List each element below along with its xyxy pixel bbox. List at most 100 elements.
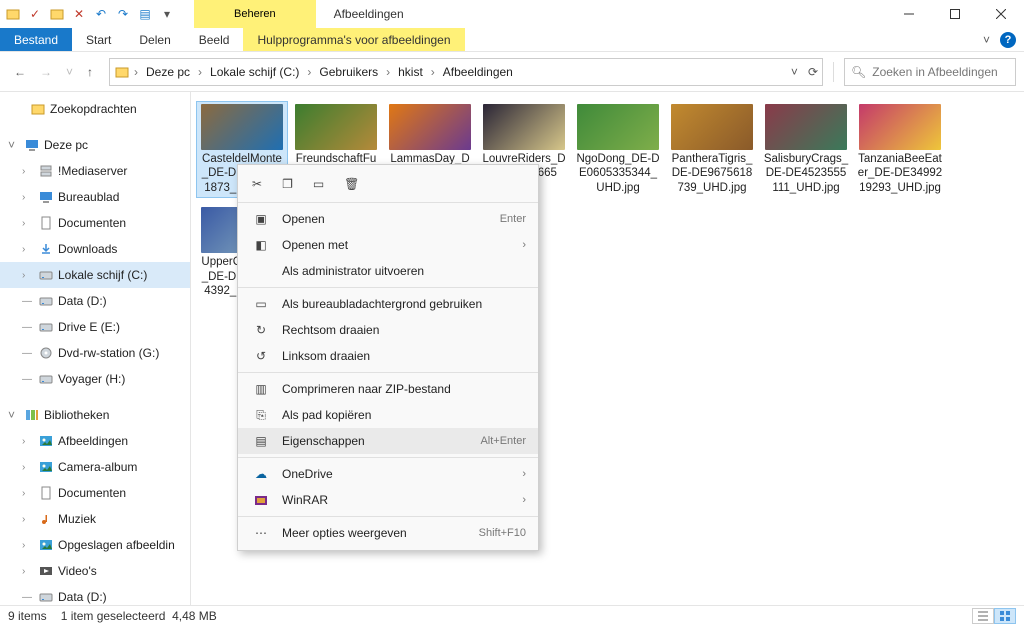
view-details-icon[interactable] — [972, 608, 994, 624]
expand-collapse-icon[interactable]: ˅ — [8, 138, 20, 152]
tab-picture-tools[interactable]: Hulpprogramma's voor afbeeldingen — [243, 28, 464, 51]
qa-properties-icon[interactable]: ▤ — [136, 5, 154, 23]
contextual-tab-manage[interactable]: Beheren — [194, 0, 316, 28]
expand-collapse-icon[interactable]: › — [22, 270, 34, 281]
ctx-winrar[interactable]: WinRAR › — [238, 487, 538, 513]
ctx-onedrive[interactable]: ☁ OneDrive › — [238, 461, 538, 487]
tree-item[interactable]: › Bureaublad — [0, 184, 190, 210]
tree-item[interactable]: — Data (D:) — [0, 584, 190, 605]
crumb-sep[interactable]: › — [134, 65, 138, 79]
tree-item[interactable]: › Opgeslagen afbeeldin — [0, 532, 190, 558]
tree-item[interactable]: › Afbeeldingen — [0, 428, 190, 454]
file-item[interactable]: TanzaniaBeeEater_DE-DE3499219293_UHD.jpg — [855, 102, 945, 197]
tree-item[interactable]: › Muziek — [0, 506, 190, 532]
tree-item[interactable]: — Voyager (H:) — [0, 366, 190, 392]
file-item[interactable]: NgoDong_DE-DE0605335344_UHD.jpg — [573, 102, 663, 197]
expand-collapse-icon[interactable]: — — [22, 592, 34, 603]
help-icon[interactable]: ? — [1000, 32, 1016, 48]
expand-collapse-icon[interactable]: › — [22, 218, 34, 229]
view-thumbnails-icon[interactable] — [994, 608, 1016, 624]
ctx-run-admin[interactable]: Als administrator uitvoeren — [238, 258, 538, 284]
tree-label: Drive E (E:) — [58, 320, 120, 334]
minimize-button[interactable] — [886, 0, 932, 28]
back-button[interactable]: ← — [14, 65, 26, 79]
tree-item[interactable]: — Dvd-rw-station (G:) — [0, 340, 190, 366]
qa-check-icon[interactable]: ✓ — [26, 5, 44, 23]
expand-collapse-icon[interactable]: — — [22, 348, 34, 359]
forward-button[interactable]: → — [40, 65, 52, 79]
view-toggle — [972, 608, 1016, 624]
tree-item[interactable]: — Drive E (E:) — [0, 314, 190, 340]
tree-thispc[interactable]: ˅ Deze pc — [0, 132, 190, 158]
expand-collapse-icon[interactable]: › — [22, 462, 34, 473]
rename-icon[interactable]: ▭ — [313, 177, 324, 191]
expand-collapse-icon[interactable]: ˅ — [8, 408, 20, 422]
ctx-rotate-right[interactable]: ↻ Rechtsom draaien — [238, 317, 538, 343]
expand-collapse-icon[interactable]: — — [22, 322, 34, 333]
expand-collapse-icon[interactable]: › — [22, 244, 34, 255]
crumb-sep[interactable]: › — [307, 65, 311, 79]
crumb-1[interactable]: Lokale schijf (C:) — [206, 63, 303, 81]
tree-item[interactable]: › Camera-album — [0, 454, 190, 480]
recent-dropdown[interactable]: ˅ — [66, 65, 73, 79]
file-pane[interactable]: CasteldelMonte_DE-DE4014391873_UHD.jpg F… — [190, 92, 1024, 605]
expand-collapse-icon[interactable]: › — [22, 540, 34, 551]
crumb-sep[interactable]: › — [431, 65, 435, 79]
copy-icon[interactable]: ❐ — [282, 177, 293, 191]
cut-icon[interactable]: ✂ — [252, 177, 262, 191]
ctx-rotate-left[interactable]: ↺ Linksom draaien — [238, 343, 538, 369]
tab-start[interactable]: Start — [72, 28, 125, 51]
ribbon-tabs: Bestand Start Delen Beeld Hulpprogramma'… — [0, 28, 1024, 52]
tab-view[interactable]: Beeld — [185, 28, 244, 51]
tree-searches[interactable]: Zoekopdrachten — [0, 96, 190, 122]
ctx-more-options[interactable]: ⋯ Meer opties weergeven Shift+F10 — [238, 520, 538, 546]
tree-item[interactable]: › Documenten — [0, 210, 190, 236]
crumb-sep[interactable]: › — [386, 65, 390, 79]
qa-undo-icon[interactable]: ↶ — [92, 5, 110, 23]
tree-item[interactable]: — Data (D:) — [0, 288, 190, 314]
crumb-sep[interactable]: › — [198, 65, 202, 79]
ctx-compress-zip[interactable]: ▥ Comprimeren naar ZIP-bestand — [238, 376, 538, 402]
ctx-open-with[interactable]: ◧ Openen met › — [238, 232, 538, 258]
expand-collapse-icon[interactable]: › — [22, 436, 34, 447]
crumb-0[interactable]: Deze pc — [142, 63, 194, 81]
ctx-properties[interactable]: ▤ Eigenschappen Alt+Enter — [238, 428, 538, 454]
expand-collapse-icon[interactable]: — — [22, 296, 34, 307]
qa-delete-icon[interactable]: ✕ — [70, 5, 88, 23]
search-box[interactable]: 🔍︎ Zoeken in Afbeeldingen — [844, 58, 1016, 86]
ctx-open[interactable]: ▣ Openen Enter — [238, 206, 538, 232]
maximize-button[interactable] — [932, 0, 978, 28]
ribbon-collapse-icon[interactable]: ˅ — [983, 33, 990, 47]
tree-item[interactable]: › Video's — [0, 558, 190, 584]
qa-redo-icon[interactable]: ↷ — [114, 5, 132, 23]
expand-collapse-icon[interactable]: › — [22, 166, 34, 177]
ctx-copy-path[interactable]: ⎘ Als pad kopiëren — [238, 402, 538, 428]
expand-collapse-icon[interactable]: › — [22, 488, 34, 499]
tree-item[interactable]: › Downloads — [0, 236, 190, 262]
file-item[interactable]: PantheraTigris_DE-DE9675618739_UHD.jpg — [667, 102, 757, 197]
breadcrumb-bar[interactable]: › Deze pc › Lokale schijf (C:) › Gebruik… — [109, 58, 823, 86]
file-item[interactable]: SalisburyCrags_DE-DE4523555111_UHD.jpg — [761, 102, 851, 197]
qa-app-icon[interactable] — [4, 5, 22, 23]
qa-dropdown-icon[interactable]: ▾ — [158, 5, 176, 23]
address-dropdown-icon[interactable]: ˅ — [791, 65, 798, 79]
tree-item[interactable]: › Lokale schijf (C:) — [0, 262, 190, 288]
tree-item[interactable]: › Documenten — [0, 480, 190, 506]
expand-collapse-icon[interactable]: — — [22, 374, 34, 385]
refresh-icon[interactable]: ⟳ — [808, 65, 818, 79]
tree-libraries[interactable]: ˅ Bibliotheken — [0, 402, 190, 428]
crumb-2[interactable]: Gebruikers — [315, 63, 382, 81]
expand-collapse-icon[interactable]: › — [22, 514, 34, 525]
crumb-4[interactable]: Afbeeldingen — [439, 63, 517, 81]
delete-icon[interactable]: 🗑 — [344, 177, 359, 191]
expand-collapse-icon[interactable]: › — [22, 566, 34, 577]
tab-file[interactable]: Bestand — [0, 28, 72, 51]
expand-collapse-icon[interactable]: › — [22, 192, 34, 203]
ctx-set-background[interactable]: ▭ Als bureaubladachtergrond gebruiken — [238, 291, 538, 317]
up-button[interactable]: ↑ — [87, 65, 93, 79]
close-button[interactable] — [978, 0, 1024, 28]
tree-item[interactable]: › !Mediaserver — [0, 158, 190, 184]
tab-share[interactable]: Delen — [125, 28, 184, 51]
qa-folder-icon[interactable] — [48, 5, 66, 23]
crumb-3[interactable]: hkist — [394, 63, 427, 81]
